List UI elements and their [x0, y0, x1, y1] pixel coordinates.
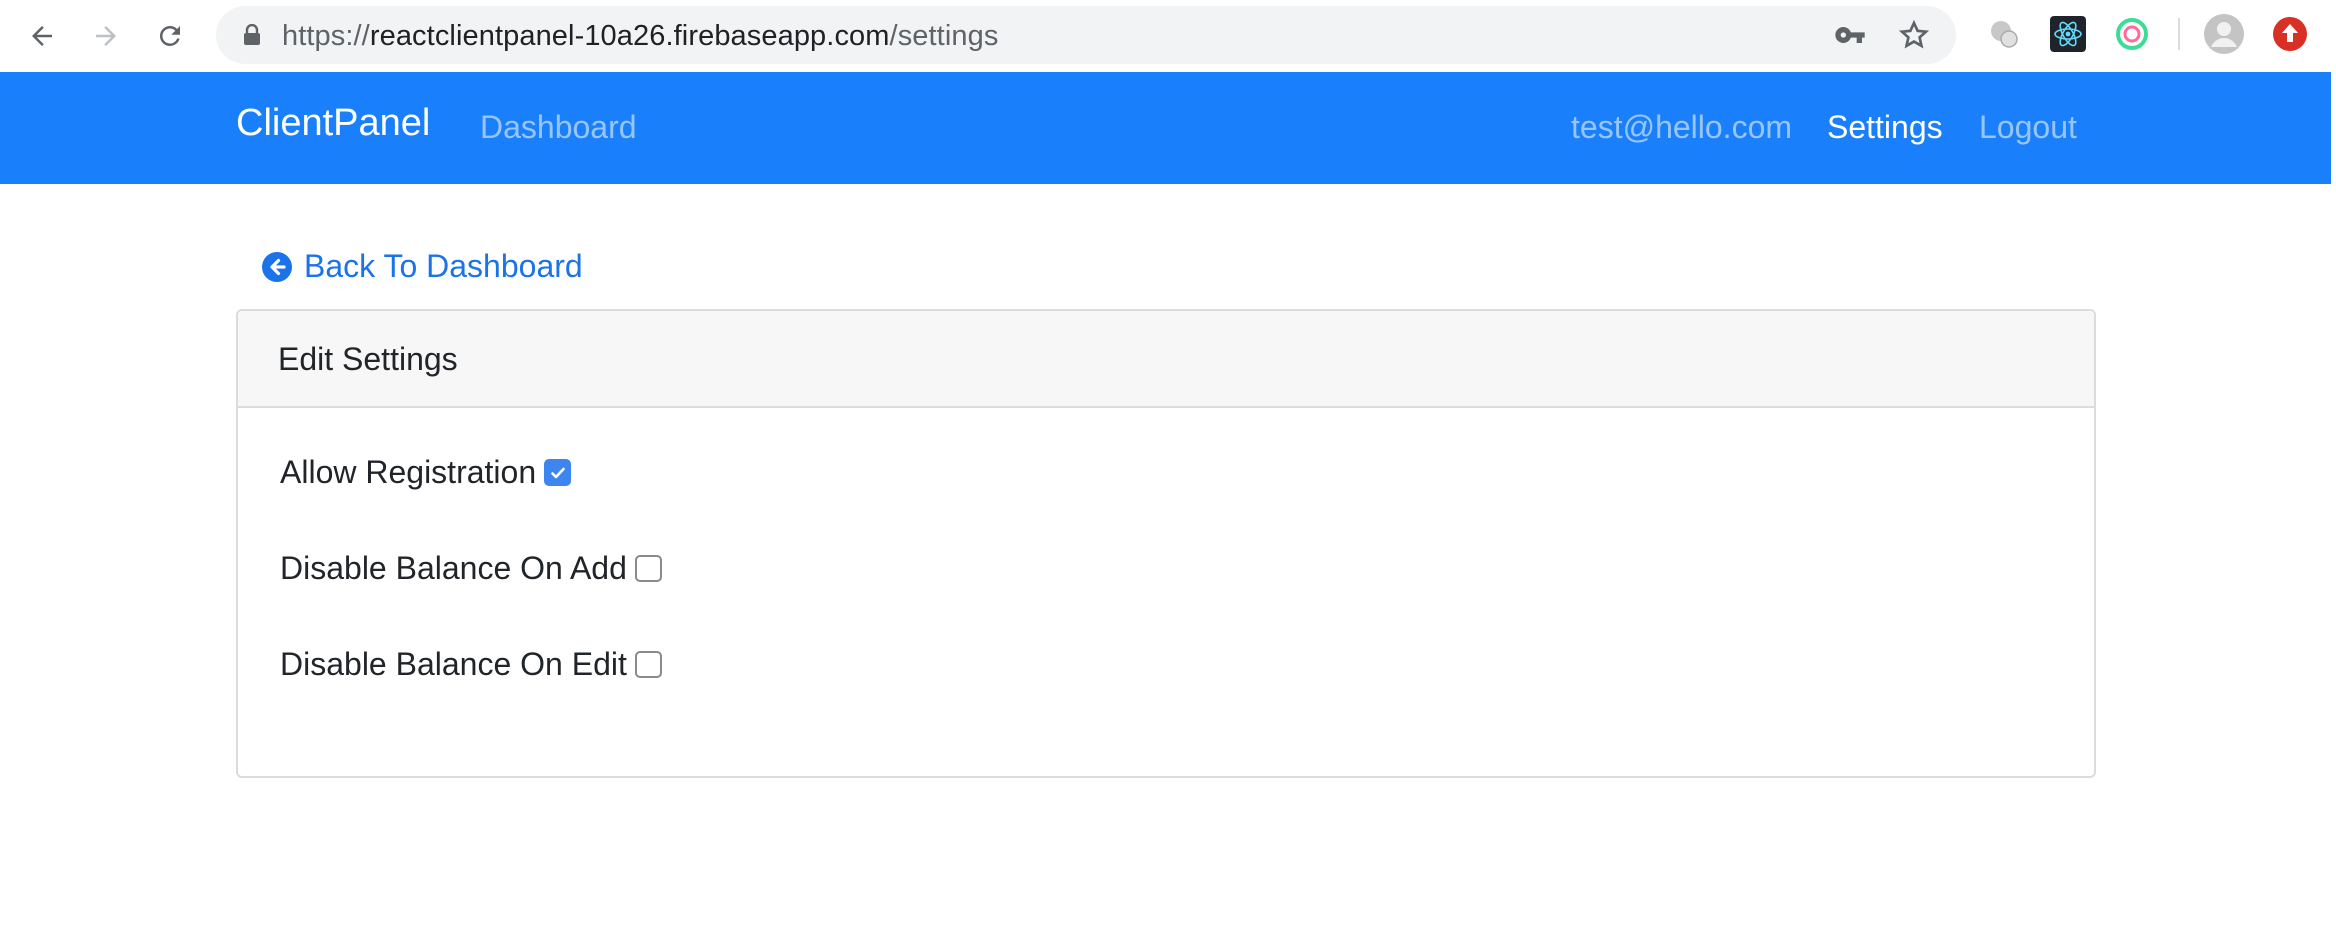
card-title: Edit Settings: [278, 341, 458, 377]
nav-user-email[interactable]: test@hello.com: [1571, 109, 1792, 146]
profile-avatar-icon[interactable]: [2204, 14, 2244, 54]
app-navbar: ClientPanel Dashboard test@hello.com Set…: [0, 72, 2336, 184]
checkmark-icon: [550, 467, 565, 478]
setting-disable-balance-on-edit: Disable Balance On Edit: [280, 646, 662, 683]
back-to-dashboard-link[interactable]: Back To Dashboard: [262, 248, 583, 285]
browser-toolbar: https://reactclientpanel-10a26.firebasea…: [0, 0, 2336, 72]
reload-icon[interactable]: [148, 14, 192, 58]
setting-disable-balance-on-add: Disable Balance On Add: [280, 550, 662, 587]
arrow-circle-left-icon: [262, 251, 292, 282]
nav-settings-link[interactable]: Settings: [1827, 109, 1943, 146]
react-devtools-icon[interactable]: [2048, 14, 2088, 54]
window-edge: [2331, 72, 2336, 938]
nav-dashboard-link[interactable]: Dashboard: [480, 109, 637, 146]
extension-icon[interactable]: [1984, 14, 2024, 54]
disable-balance-on-add-checkbox[interactable]: [634, 555, 662, 582]
star-icon[interactable]: [1898, 19, 1930, 51]
setting-allow-registration: Allow Registration: [280, 454, 572, 491]
disable-balance-on-edit-checkbox[interactable]: [634, 651, 662, 678]
card-header: Edit Settings: [238, 311, 2094, 408]
setting-label: Disable Balance On Add: [280, 550, 627, 586]
lock-icon: [242, 23, 262, 51]
address-bar[interactable]: https://reactclientpanel-10a26.firebasea…: [216, 6, 1956, 64]
update-icon[interactable]: [2270, 14, 2310, 54]
key-icon[interactable]: [1834, 19, 1866, 51]
settings-card: Edit Settings Allow Registration Disable…: [236, 309, 2096, 778]
setting-label: Allow Registration: [280, 454, 537, 490]
allow-registration-checkbox[interactable]: [544, 459, 572, 486]
brand-logo[interactable]: ClientPanel: [236, 102, 430, 145]
back-arrow-icon[interactable]: [20, 14, 64, 58]
extension-ring-icon[interactable]: [2112, 14, 2152, 54]
nav-logout-link[interactable]: Logout: [1979, 109, 2077, 146]
url-text: https://reactclientpanel-10a26.firebasea…: [282, 20, 999, 52]
back-link-label: Back To Dashboard: [304, 248, 583, 284]
forward-arrow-icon[interactable]: [84, 14, 128, 58]
toolbar-divider: [2178, 18, 2180, 50]
setting-label: Disable Balance On Edit: [280, 646, 627, 682]
